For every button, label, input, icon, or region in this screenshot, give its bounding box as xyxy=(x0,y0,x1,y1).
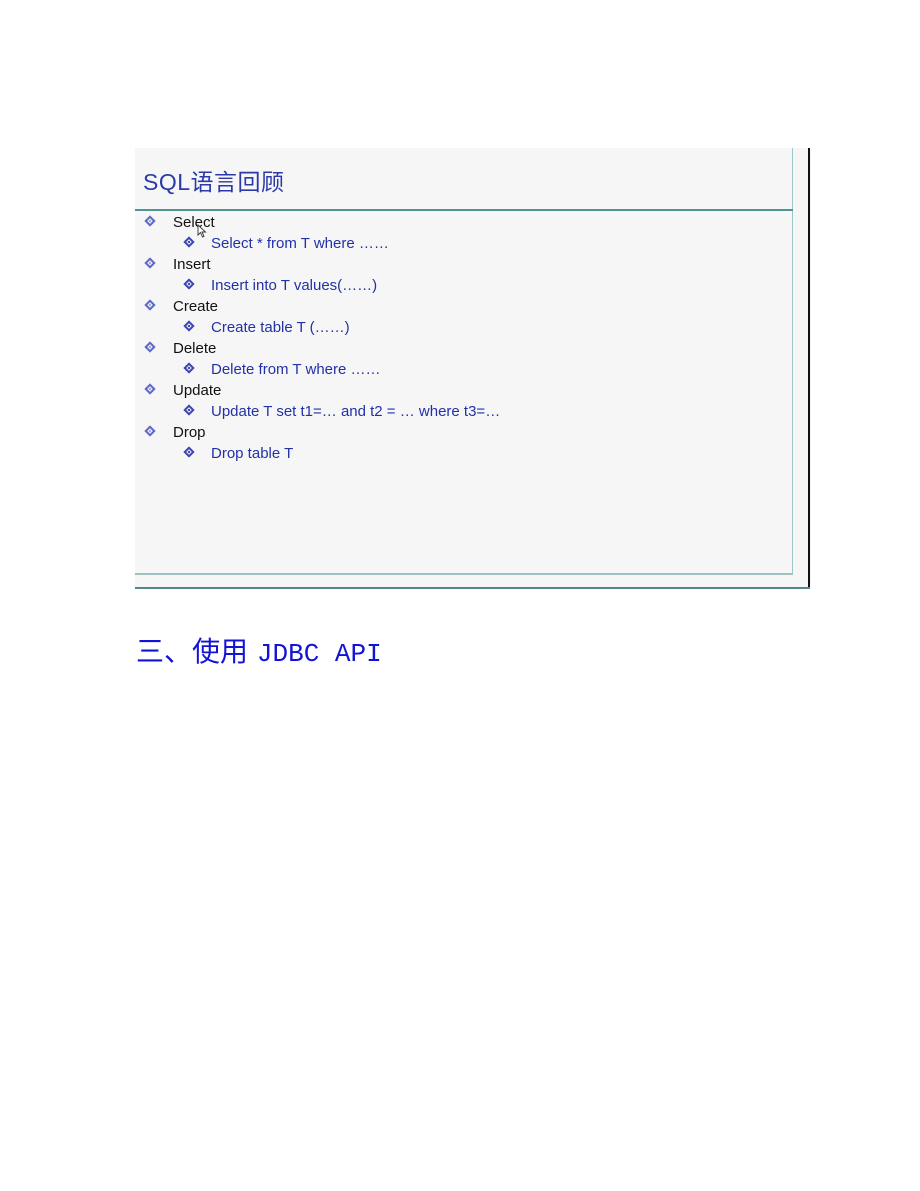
list-subitem-text: Select * from T where …… xyxy=(211,235,389,252)
list-subitem-text: Drop table T xyxy=(211,445,294,462)
diamond-bullet-icon xyxy=(144,425,156,437)
diamond-bullet-icon xyxy=(183,278,195,290)
diamond-bullet-icon xyxy=(183,362,195,374)
list-subitem-text: Create table T (……) xyxy=(211,319,350,336)
list-item-label: Delete xyxy=(173,340,217,357)
slide-border-right-inner xyxy=(792,148,793,574)
list-item-insert: Insert xyxy=(143,254,500,275)
diamond-bullet-icon xyxy=(183,320,195,332)
list-item-label: Insert xyxy=(173,256,211,273)
list-item-create: Create xyxy=(143,296,500,317)
diamond-bullet-icon xyxy=(144,341,156,353)
list-item-delete: Delete xyxy=(143,338,500,359)
slide-border-bottom-outer xyxy=(135,587,810,589)
list-subitem-insert: Insert into T values(……) xyxy=(143,275,500,296)
slide-border-bottom-inner xyxy=(135,573,793,575)
sql-command-list: Select Select * from T where …… Insert I… xyxy=(143,212,500,464)
list-subitem-text: Update T set t1=… and t2 = … where t3=… xyxy=(211,403,501,420)
diamond-bullet-icon xyxy=(144,215,156,227)
slide-border-right-outer xyxy=(808,148,810,589)
list-subitem-create: Create table T (……) xyxy=(143,317,500,338)
diamond-bullet-icon xyxy=(183,404,195,416)
diamond-bullet-icon xyxy=(144,257,156,269)
section-heading: 三、使用 JDBC API xyxy=(136,630,382,670)
slide-title: SQL语言回顾 xyxy=(143,169,285,195)
section-heading-api: JDBC API xyxy=(256,639,382,669)
list-item-label: Update xyxy=(173,382,222,399)
list-subitem-drop: Drop table T xyxy=(143,443,500,464)
list-item-label: Create xyxy=(173,298,219,315)
list-subitem-text: Delete from T where …… xyxy=(211,361,381,378)
diamond-bullet-icon xyxy=(144,383,156,395)
list-item-label: Select xyxy=(173,214,215,231)
list-item-update: Update xyxy=(143,380,500,401)
diamond-bullet-icon xyxy=(183,236,195,248)
list-subitem-update: Update T set t1=… and t2 = … where t3=… xyxy=(143,401,500,422)
diamond-bullet-icon xyxy=(144,299,156,311)
section-heading-prefix: 三、使用 xyxy=(136,635,257,668)
diamond-bullet-icon xyxy=(183,446,195,458)
list-item-drop: Drop xyxy=(143,422,500,443)
list-item-label: Drop xyxy=(173,424,206,441)
list-subitem-delete: Delete from T where …… xyxy=(143,359,500,380)
title-divider xyxy=(135,209,793,211)
list-subitem-text: Insert into T values(……) xyxy=(211,277,378,294)
